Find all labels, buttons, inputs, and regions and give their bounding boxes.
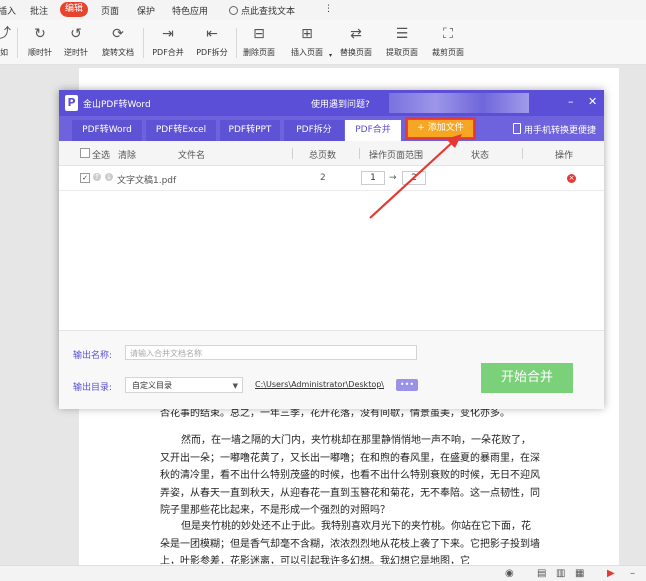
annotation-arrow [369,134,462,219]
arrow-shaft [369,139,456,219]
